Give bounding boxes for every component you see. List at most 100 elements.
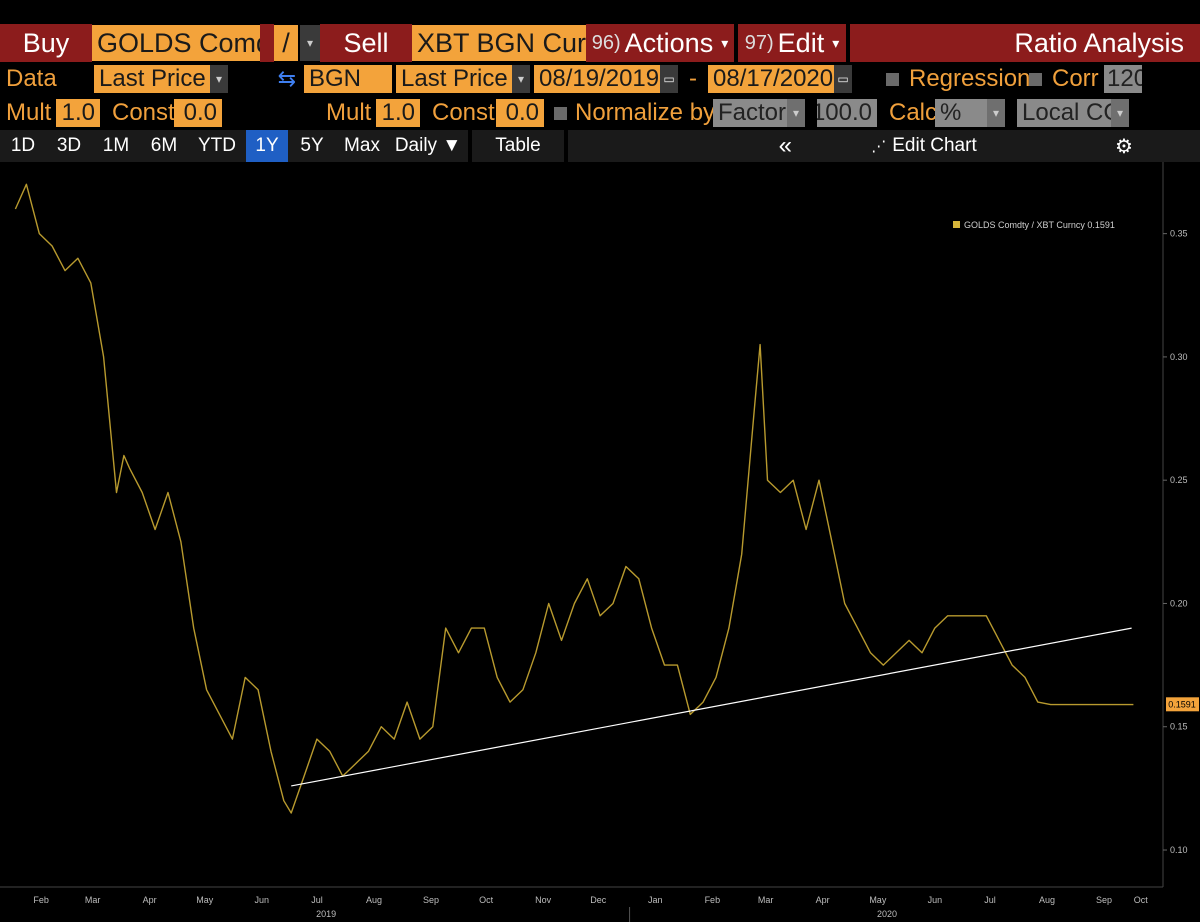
x-tick-label: Mar bbox=[758, 895, 774, 905]
edit-menu[interactable]: 97) Edit ▾ bbox=[738, 24, 846, 62]
x-tick-label: Oct bbox=[1134, 895, 1149, 905]
calc-dropdown-icon[interactable]: ▾ bbox=[987, 99, 1005, 127]
swap-icon[interactable]: ⇆ bbox=[228, 66, 304, 92]
period-1y[interactable]: 1Y bbox=[246, 130, 288, 162]
end-date-field[interactable]: 08/17/2020 bbox=[708, 65, 834, 93]
table-button[interactable]: Table bbox=[472, 130, 564, 162]
period-3d[interactable]: 3D bbox=[46, 130, 92, 162]
sell-label: Sell bbox=[320, 24, 412, 62]
regression-label: Regression bbox=[909, 65, 1031, 92]
corr-value-field[interactable]: 120 bbox=[1104, 65, 1142, 93]
ratio-chart: 0.10 0.15 0.20 0.25 0.30 0.35 Feb Mar Apr May Jun… bbox=[0, 162, 1200, 922]
const1-label: Const bbox=[112, 99, 175, 126]
actions-num: 96) bbox=[591, 31, 621, 54]
security-toolbar: Buy GOLDS Comdty / ▾ Sell XBT BGN Curnc … bbox=[0, 0, 1200, 62]
x-tick-label: Jun bbox=[928, 895, 943, 905]
x-tick-label: May bbox=[869, 895, 887, 905]
x-tick-label: Nov bbox=[535, 895, 552, 905]
ccy-select[interactable]: Local CCY bbox=[1017, 99, 1111, 127]
regression-checkbox[interactable] bbox=[886, 72, 899, 86]
actions-chevron-icon: ▾ bbox=[721, 34, 729, 51]
start-date-field[interactable]: 08/19/2019 bbox=[534, 65, 660, 93]
period-1m[interactable]: 1M bbox=[92, 130, 140, 162]
source-field[interactable]: BGN bbox=[304, 65, 392, 93]
period-6m[interactable]: 6M bbox=[140, 130, 188, 162]
y-tick-label: 0.10 bbox=[1170, 845, 1188, 855]
mult2-field[interactable]: 1.0 bbox=[376, 99, 420, 127]
data-field-select[interactable]: Last Price bbox=[94, 65, 210, 93]
year-label: 2019 bbox=[316, 909, 336, 919]
field2-select[interactable]: Last Price bbox=[396, 65, 512, 93]
period-toolbar: 1D 3D 1M 6M YTD 1Y 5Y Max Daily ▼ Table … bbox=[0, 130, 1200, 162]
x-tick-label: Sep bbox=[423, 895, 439, 905]
period-5y[interactable]: 5Y bbox=[288, 130, 336, 162]
period-max[interactable]: Max bbox=[336, 130, 388, 162]
x-tick-label: Aug bbox=[1039, 895, 1055, 905]
edit-chart-button[interactable]: ⋰ Edit Chart bbox=[800, 130, 1048, 162]
end-calendar-icon[interactable]: ▭ bbox=[834, 65, 852, 93]
mult1-label: Mult bbox=[6, 99, 52, 126]
normalize-checkbox[interactable] bbox=[554, 106, 567, 120]
y-tick-label: 0.15 bbox=[1170, 722, 1188, 732]
frequency-dropdown[interactable]: Daily ▼ bbox=[388, 130, 468, 162]
calc-select[interactable]: % bbox=[935, 99, 987, 127]
mult1-field[interactable]: 1.0 bbox=[56, 99, 100, 127]
x-tick-label: Jul bbox=[984, 895, 996, 905]
data-toolbar: Data Last Price ▾ ⇆ BGN Last Price ▾ 08/… bbox=[0, 62, 1200, 96]
const2-label: Const bbox=[432, 99, 495, 126]
data-label: Data bbox=[6, 65, 57, 92]
x-tick-label: Jul bbox=[311, 895, 323, 905]
data-field-dropdown-icon[interactable]: ▾ bbox=[210, 65, 228, 93]
x-tick-label: May bbox=[196, 895, 214, 905]
const1-field[interactable]: 0.0 bbox=[174, 99, 222, 127]
field2-dropdown-icon[interactable]: ▾ bbox=[512, 65, 530, 93]
operator-field[interactable]: / bbox=[274, 25, 298, 61]
y-tick-label: 0.20 bbox=[1170, 598, 1188, 608]
x-tick-label: Apr bbox=[143, 895, 157, 905]
y-tick-label: 0.25 bbox=[1170, 475, 1188, 485]
operator-dropdown-icon[interactable]: ▾ bbox=[300, 25, 320, 61]
x-tick-label: Mar bbox=[85, 895, 101, 905]
collapse-icon[interactable]: « bbox=[568, 130, 800, 162]
last-value-label: 0.1591 bbox=[1168, 699, 1196, 709]
gear-icon[interactable]: ⚙ bbox=[1048, 130, 1200, 162]
legend: GOLDS Comdty / XBT Curncy 0.1591 bbox=[953, 220, 1115, 230]
buy-ticker-field[interactable]: GOLDS Comdty bbox=[92, 25, 260, 61]
const2-field[interactable]: 0.0 bbox=[496, 99, 544, 127]
x-tick-label: Feb bbox=[705, 895, 721, 905]
x-tick-label: Jun bbox=[255, 895, 270, 905]
start-calendar-icon[interactable]: ▭ bbox=[660, 65, 678, 93]
sell-ticker-field[interactable]: XBT BGN Curnc bbox=[412, 25, 586, 61]
factor-field[interactable]: 100.0 bbox=[817, 99, 877, 127]
x-tick-label: Aug bbox=[366, 895, 382, 905]
corr-checkbox[interactable] bbox=[1029, 72, 1042, 86]
ccy-dropdown-icon[interactable]: ▾ bbox=[1111, 99, 1129, 127]
period-1d[interactable]: 1D bbox=[0, 130, 46, 162]
actions-label: Actions bbox=[624, 27, 714, 58]
normalize-dropdown-icon[interactable]: ▾ bbox=[787, 99, 805, 127]
x-tick-label: Feb bbox=[33, 895, 49, 905]
chart-icon: ⋰ bbox=[871, 138, 887, 155]
period-ytd[interactable]: YTD bbox=[188, 130, 246, 162]
x-tick-label: Oct bbox=[479, 895, 494, 905]
x-tick-label: Apr bbox=[816, 895, 830, 905]
actions-menu[interactable]: 96) Actions ▾ bbox=[586, 24, 734, 62]
y-tick-label: 0.30 bbox=[1170, 352, 1188, 362]
y-tick-label: 0.35 bbox=[1170, 229, 1188, 239]
mult2-label: Mult bbox=[326, 99, 372, 126]
legend-label: GOLDS Comdty / XBT Curncy 0.1591 bbox=[964, 220, 1115, 230]
calc-label: Calc bbox=[889, 99, 938, 126]
edit-chevron-icon: ▾ bbox=[832, 34, 840, 51]
buy-label: Buy bbox=[0, 24, 92, 62]
normalize-select[interactable]: Factor bbox=[713, 99, 787, 127]
corr-label: Corr bbox=[1052, 65, 1099, 92]
params-toolbar: Mult 1.0 Const 0.0 Mult 1.0 Const 0.0 No… bbox=[0, 96, 1200, 130]
edit-label: Edit bbox=[777, 27, 825, 58]
year-label: 2020 bbox=[877, 909, 897, 919]
x-tick-label: Jan bbox=[648, 895, 663, 905]
date-dash: - bbox=[689, 65, 697, 92]
edit-num: 97) bbox=[744, 31, 774, 54]
normalize-label: Normalize by bbox=[575, 99, 716, 126]
legend-swatch bbox=[953, 221, 960, 228]
x-tick-label: Dec bbox=[590, 895, 607, 905]
